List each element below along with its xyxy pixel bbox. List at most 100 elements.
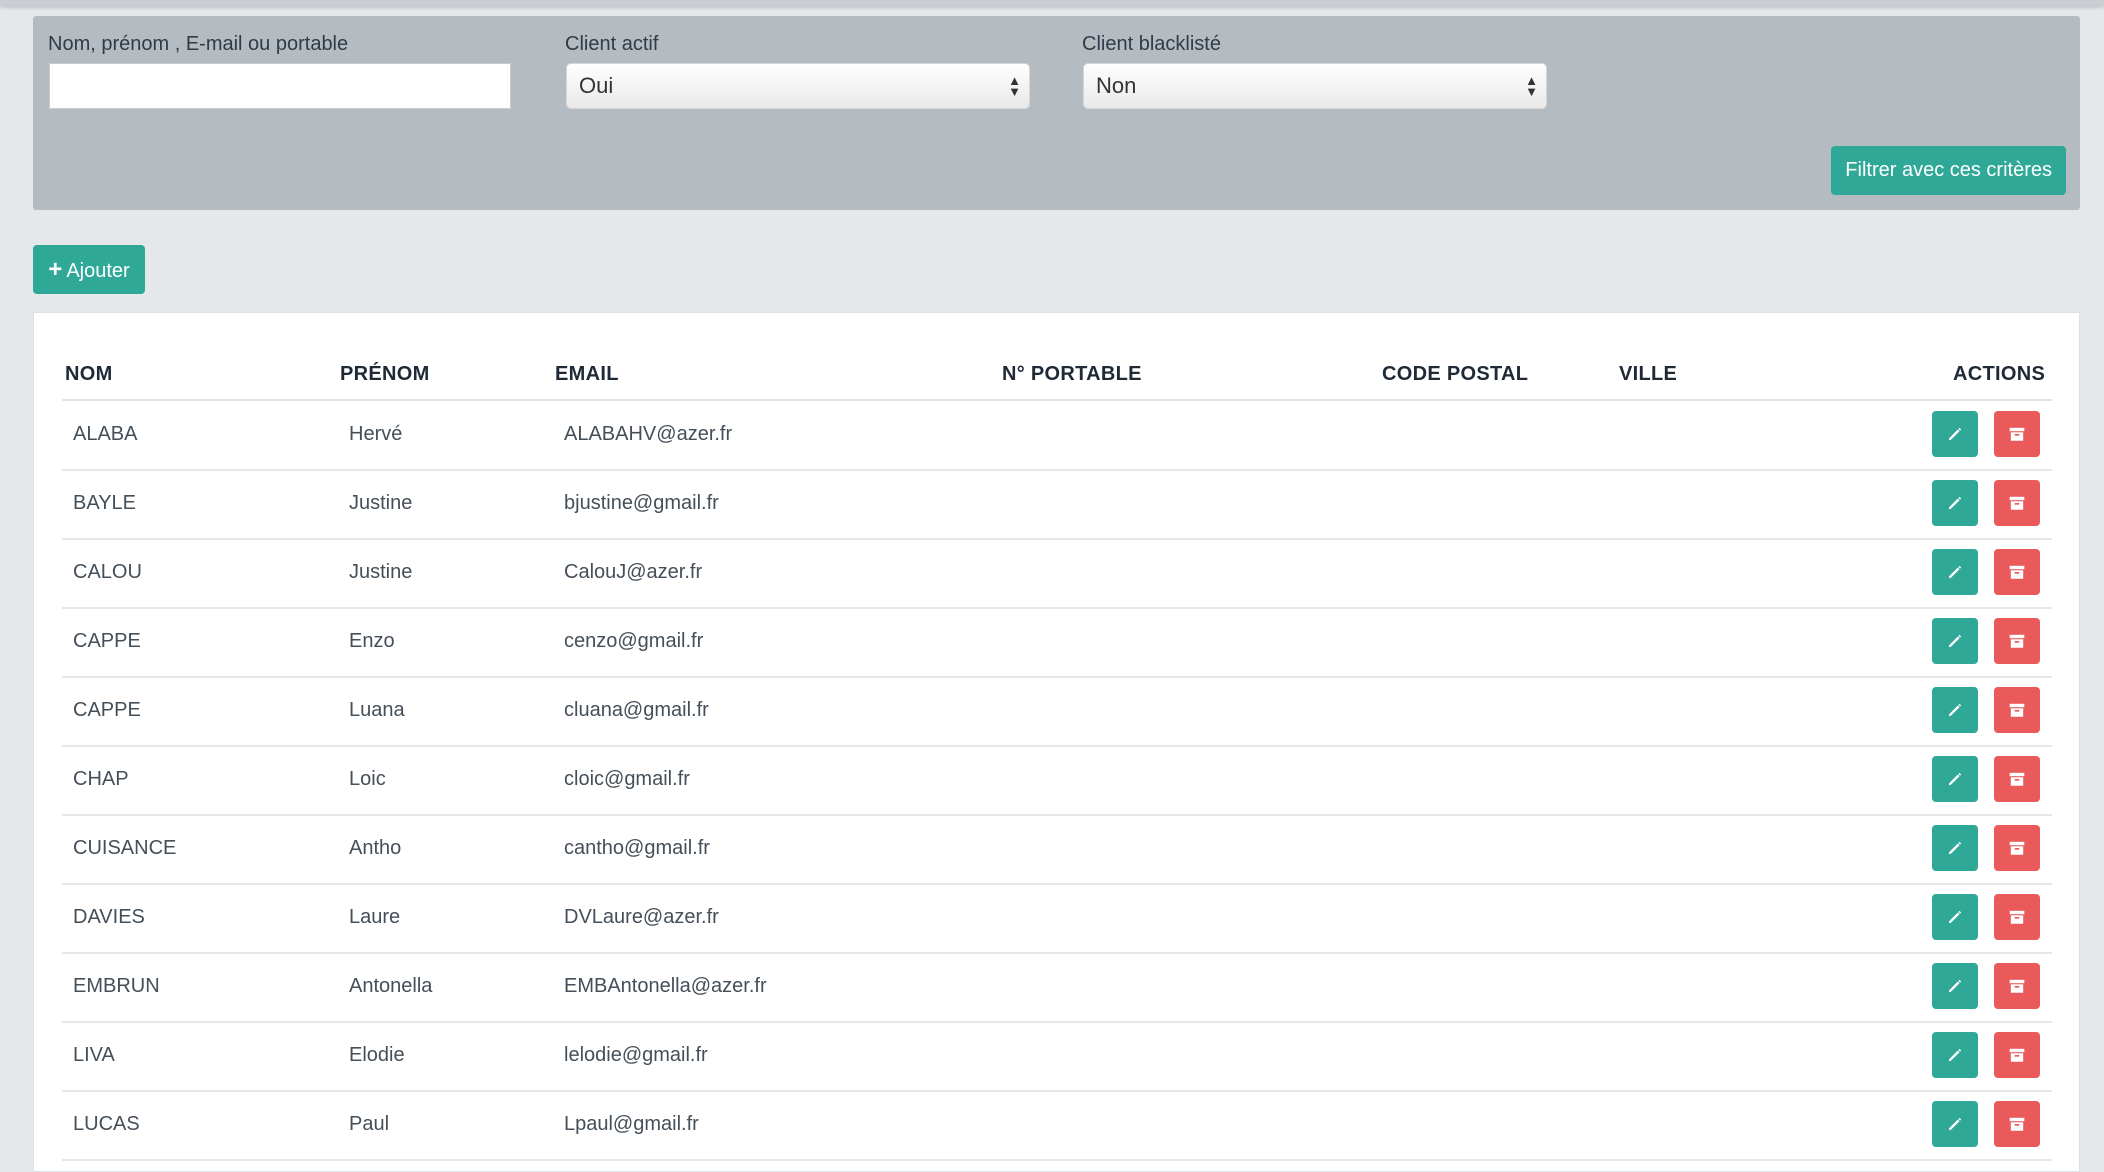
pencil-icon [1946, 977, 1964, 995]
cell-prenom: Justine [349, 561, 413, 583]
archive-button[interactable] [1994, 963, 2040, 1009]
table-row: LUCAS Paul Lpaul@gmail.fr [62, 1091, 2052, 1161]
cell-email: CalouJ@azer.fr [564, 561, 703, 583]
table-row: LIVA Elodie lelodie@gmail.fr [62, 1022, 2052, 1092]
active-select[interactable]: Oui ▲ ▼ [566, 63, 1030, 109]
cell-nom: CHAP [73, 768, 129, 790]
cell-nom: BAYLE [73, 492, 136, 514]
search-group: Nom, prénom , E-mail ou portable [48, 30, 348, 58]
archive-button[interactable] [1994, 618, 2040, 664]
pencil-icon [1946, 839, 1964, 857]
header-email[interactable]: EMAIL [555, 363, 619, 386]
edit-button[interactable] [1932, 963, 1978, 1009]
table-row: BAYLE Justine bjustine@gmail.fr [62, 470, 2052, 540]
blacklist-select-value: Non [1096, 73, 1137, 98]
active-label: Client actif [565, 33, 659, 55]
header-code-postal[interactable]: CODE POSTAL [1382, 363, 1528, 386]
search-label: Nom, prénom , E-mail ou portable [48, 33, 349, 55]
cell-email: bjustine@gmail.fr [564, 492, 719, 514]
cell-email: EMBAntonella@azer.fr [564, 975, 767, 997]
archive-button[interactable] [1994, 756, 2040, 802]
archive-button[interactable] [1994, 411, 2040, 457]
cell-prenom: Antonella [349, 975, 433, 997]
archive-button[interactable] [1994, 480, 2040, 526]
archive-icon [2008, 839, 2026, 857]
add-button[interactable]: + Ajouter [33, 245, 145, 294]
pencil-icon [1946, 1046, 1964, 1064]
archive-button[interactable] [1994, 1101, 2040, 1147]
cell-prenom: Paul [349, 1113, 390, 1135]
cell-email: DVLaure@azer.fr [564, 906, 719, 928]
cell-nom: LUCAS [73, 1113, 140, 1135]
cell-prenom: Hervé [349, 423, 403, 445]
cell-email: cantho@gmail.fr [564, 837, 710, 859]
cell-email: ALABAHV@azer.fr [564, 423, 733, 445]
header-prenom[interactable]: PRÉNOM [340, 363, 430, 386]
archive-button[interactable] [1994, 825, 2040, 871]
cell-nom: LIVA [73, 1044, 115, 1066]
cell-prenom: Antho [349, 837, 402, 859]
archive-icon [2008, 494, 2026, 512]
pencil-icon [1946, 563, 1964, 581]
filter-button[interactable]: Filtrer avec ces critères [1831, 146, 2066, 195]
edit-button[interactable] [1932, 1101, 1978, 1147]
archive-icon [2008, 977, 2026, 995]
cell-email: cluana@gmail.fr [564, 699, 709, 721]
cell-nom: CUISANCE [73, 837, 177, 859]
header-ville[interactable]: VILLE [1619, 363, 1677, 386]
archive-button[interactable] [1994, 894, 2040, 940]
active-group: Client actif [565, 30, 658, 58]
blacklist-label: Client blacklisté [1082, 33, 1221, 55]
archive-icon [2008, 1046, 2026, 1064]
pencil-icon [1946, 908, 1964, 926]
cell-prenom: Justine [349, 492, 413, 514]
active-select-value: Oui [579, 73, 614, 98]
table-row: CAPPE Luana cluana@gmail.fr [62, 677, 2052, 747]
table-row: EMBRUN Antonella EMBAntonella@azer.fr [62, 953, 2052, 1023]
archive-button[interactable] [1994, 687, 2040, 733]
pencil-icon [1946, 1115, 1964, 1133]
edit-button[interactable] [1932, 825, 1978, 871]
cell-prenom: Loic [349, 768, 386, 790]
cell-email: cloic@gmail.fr [564, 768, 690, 790]
edit-button[interactable] [1932, 894, 1978, 940]
pencil-icon [1946, 494, 1964, 512]
blacklist-group: Client blacklisté [1082, 30, 1221, 58]
edit-button[interactable] [1932, 618, 1978, 664]
edit-button[interactable] [1932, 687, 1978, 733]
plus-icon: + [48, 256, 63, 283]
cell-email: cenzo@gmail.fr [564, 630, 704, 652]
archive-icon [2008, 425, 2026, 443]
edit-button[interactable] [1932, 411, 1978, 457]
table-row: CHAP Loic cloic@gmail.fr [62, 746, 2052, 816]
archive-icon [2008, 770, 2026, 788]
table-row: CUISANCE Antho cantho@gmail.fr [62, 815, 2052, 885]
table-row: DAVIES Laure DVLaure@azer.fr [62, 884, 2052, 954]
cell-prenom: Laure [349, 906, 401, 928]
filter-panel: Nom, prénom , E-mail ou portable Client … [33, 16, 2080, 210]
pencil-icon [1946, 770, 1964, 788]
add-button-label: Ajouter [66, 260, 130, 282]
cell-nom: DAVIES [73, 906, 145, 928]
edit-button[interactable] [1932, 1032, 1978, 1078]
archive-button[interactable] [1994, 549, 2040, 595]
pencil-icon [1946, 425, 1964, 443]
blacklist-select[interactable]: Non ▲ ▼ [1083, 63, 1547, 109]
search-input[interactable] [49, 63, 511, 109]
edit-button[interactable] [1932, 756, 1978, 802]
cell-nom: CAPPE [73, 630, 141, 652]
edit-button[interactable] [1932, 480, 1978, 526]
cell-prenom: Enzo [349, 630, 395, 652]
cell-nom: EMBRUN [73, 975, 160, 997]
archive-button[interactable] [1994, 1032, 2040, 1078]
archive-icon [2008, 701, 2026, 719]
table-row: CALOU Justine CalouJ@azer.fr [62, 539, 2052, 609]
header-portable[interactable]: N° PORTABLE [1002, 363, 1142, 386]
table-row: CAPPE Enzo cenzo@gmail.fr [62, 608, 2052, 678]
archive-icon [2008, 908, 2026, 926]
header-nom[interactable]: NOM [65, 363, 113, 386]
cell-prenom: Luana [349, 699, 405, 721]
edit-button[interactable] [1932, 549, 1978, 595]
archive-icon [2008, 563, 2026, 581]
cell-nom: ALABA [73, 423, 138, 445]
